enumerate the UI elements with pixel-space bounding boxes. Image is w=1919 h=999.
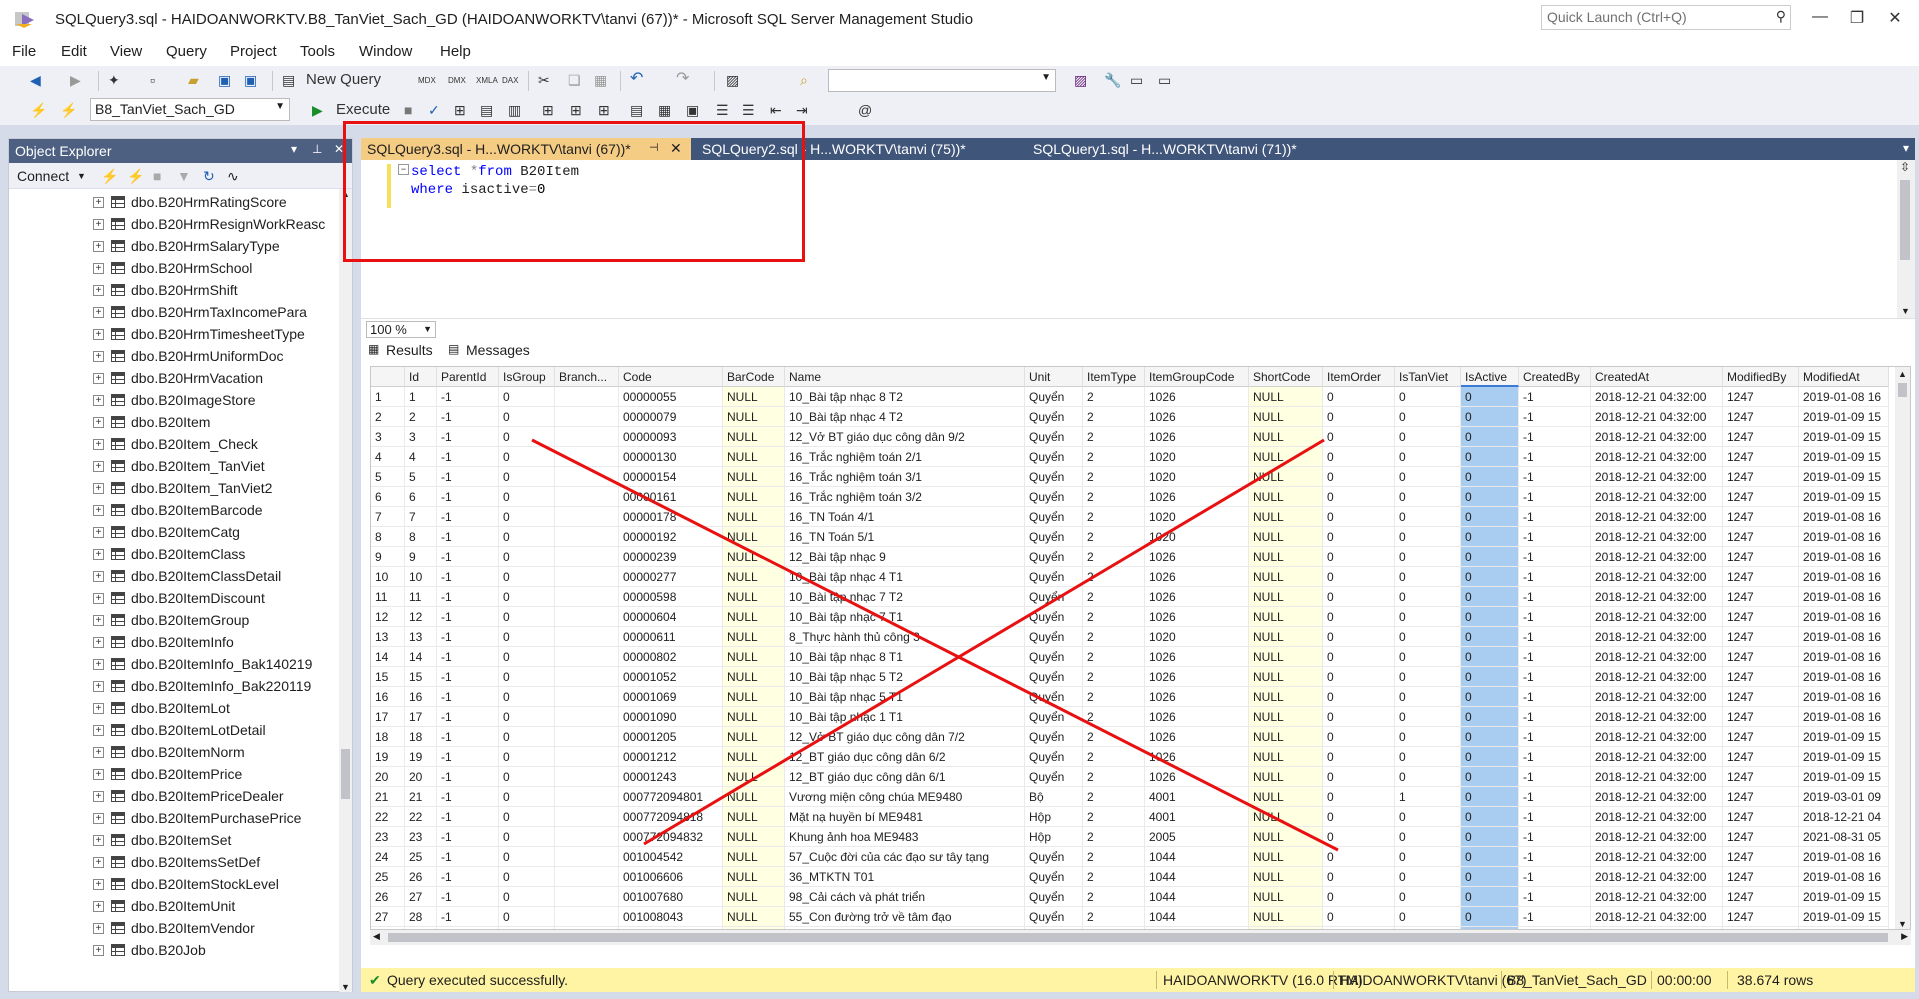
annotation-cross-line-2 (643, 438, 1325, 846)
annotation-cross-mark (531, 438, 1339, 852)
annotation-cross-line-1 (531, 438, 1339, 852)
